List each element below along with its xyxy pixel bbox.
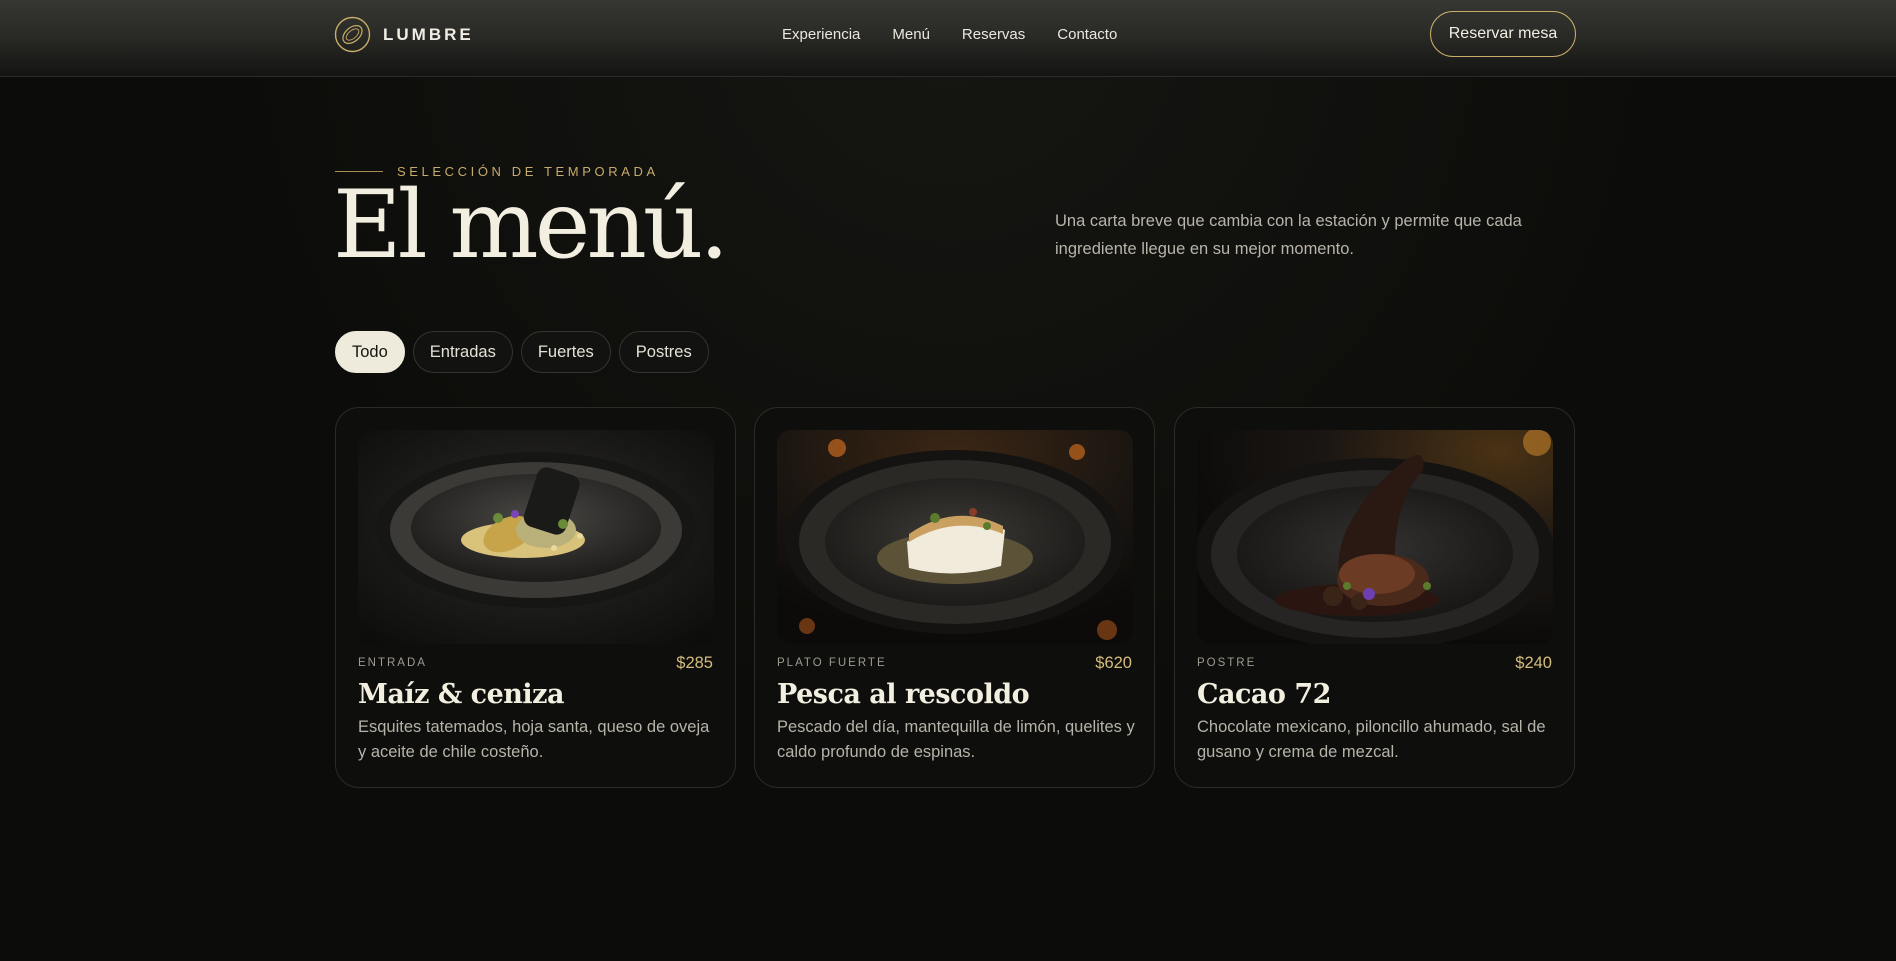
filter-chip-fuertes[interactable]: Fuertes [520, 331, 611, 373]
nav-link-menu[interactable]: Menú [892, 24, 930, 46]
dish-title: Cacao 72 [1197, 679, 1331, 710]
menu-card[interactable]: ENTRADA $285 Maíz & ceniza Esquites tate… [335, 407, 736, 788]
dish-category: ENTRADA [358, 657, 427, 669]
filter-chip-todo[interactable]: Todo [335, 331, 405, 373]
dish-category: POSTRE [1197, 657, 1257, 669]
page-description: Una carta breve que cambia con la estaci… [1055, 212, 1522, 258]
ring-logo-icon [334, 16, 371, 53]
nav-link-experiencia[interactable]: Experiencia [782, 24, 860, 46]
reserve-table-button[interactable]: Reservar mesa [1430, 11, 1576, 57]
dish-image [358, 430, 714, 644]
filter-chip-entradas[interactable]: Entradas [412, 331, 513, 373]
filter-chip-postres[interactable]: Postres [618, 331, 709, 373]
site-header: LUMBRE Experiencia Menú Reservas Contact… [0, 0, 1896, 77]
dish-image [777, 430, 1133, 644]
dish-description: Pescado del día, mantequilla de limón, q… [777, 718, 1135, 761]
dish-price: $240 [1515, 653, 1552, 672]
menu-card[interactable]: POSTRE $240 Cacao 72 Chocolate mexicano,… [1174, 407, 1575, 788]
brand-name: LUMBRE [383, 24, 474, 44]
main-nav: Experiencia Menú Reservas Contacto [782, 24, 1117, 46]
dish-description: Esquites tatemados, hoja santa, queso de… [358, 718, 710, 761]
nav-link-reservas[interactable]: Reservas [962, 24, 1025, 46]
dish-title: Pesca al rescoldo [777, 679, 1030, 710]
brand[interactable]: LUMBRE [334, 16, 474, 53]
category-filters: Todo Entradas Fuertes Postres [335, 331, 709, 373]
dish-description: Chocolate mexicano, piloncillo ahumado, … [1197, 718, 1546, 761]
dish-category: PLATO FUERTE [777, 657, 887, 669]
nav-link-contacto[interactable]: Contacto [1057, 24, 1117, 46]
dish-price: $620 [1095, 653, 1132, 672]
menu-card[interactable]: PLATO FUERTE $620 Pesca al rescoldo Pesc… [754, 407, 1155, 788]
page-title: El menú. [333, 171, 729, 280]
dish-price: $285 [676, 653, 713, 672]
dish-image [1197, 430, 1553, 644]
dish-title: Maíz & ceniza [358, 679, 564, 710]
